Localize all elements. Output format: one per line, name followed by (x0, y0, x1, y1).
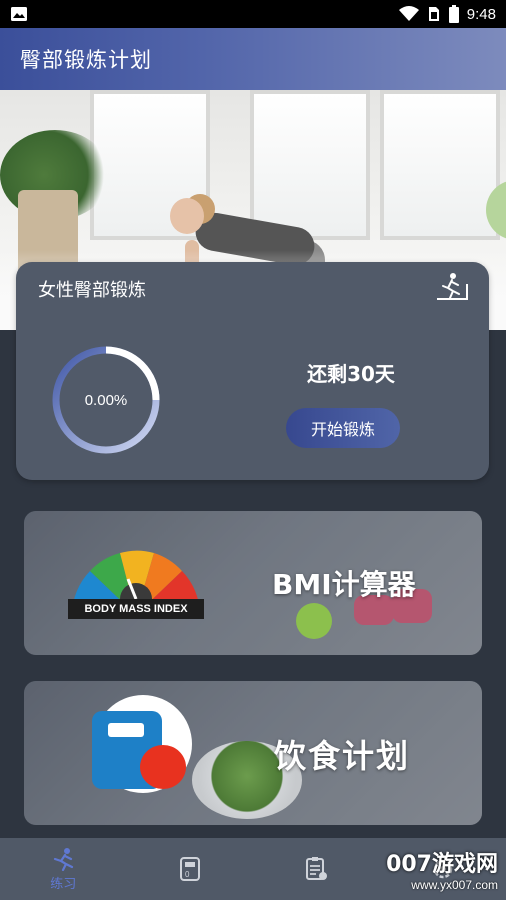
status-bar: 9:48 (0, 0, 506, 28)
tab-exercise[interactable]: 练习 (18, 838, 108, 900)
treadmill-icon[interactable] (435, 272, 469, 302)
wifi-icon (398, 6, 419, 21)
sim-icon (428, 7, 439, 21)
green-apple-decor (296, 603, 332, 639)
svg-text:0: 0 (185, 870, 190, 879)
woman-figure-head (170, 198, 204, 234)
tab-diet[interactable] (271, 838, 361, 900)
tab-label: 练习 (50, 876, 77, 892)
battery-icon (448, 5, 459, 23)
apple-icon (140, 745, 186, 789)
status-time: 9:48 (466, 5, 496, 23)
progress-percentage: 0.00% (84, 391, 128, 409)
running-icon (54, 847, 74, 871)
scale-icon: 0 (179, 857, 200, 881)
window-decor (250, 90, 370, 240)
tab-bmi[interactable]: 0 (145, 838, 235, 900)
watermark-title: 007游戏网 (386, 852, 498, 877)
watermark: 007游戏网 www.yx007.com (358, 846, 498, 896)
workout-plan-card[interactable]: 女性臀部锻炼 0.00% 还剩30天 开始锻炼 (16, 262, 489, 480)
bmi-calculator-label: BMI计算器 (272, 568, 416, 601)
diet-plan-label: 饮食计划 (274, 737, 411, 775)
window-decor (380, 90, 500, 240)
photo-icon (11, 7, 27, 21)
plan-title: 女性臀部锻炼 (38, 280, 146, 301)
days-remaining: 还剩30天 (307, 362, 395, 386)
clipboard-icon (306, 857, 328, 880)
bmi-banner: BODY MASS INDEX (68, 599, 204, 619)
diet-plan-card[interactable]: 饮食计划 (24, 681, 482, 825)
scale-display (108, 723, 144, 737)
watermark-url: www.yx007.com (411, 878, 498, 892)
start-workout-button[interactable]: 开始锻炼 (286, 408, 400, 448)
page-title: 臀部锻炼计划 (20, 48, 152, 72)
app-bar: 臀部锻炼计划 (0, 28, 506, 90)
bmi-calculator-card[interactable]: BODY MASS INDEX BMI计算器 (24, 511, 482, 655)
